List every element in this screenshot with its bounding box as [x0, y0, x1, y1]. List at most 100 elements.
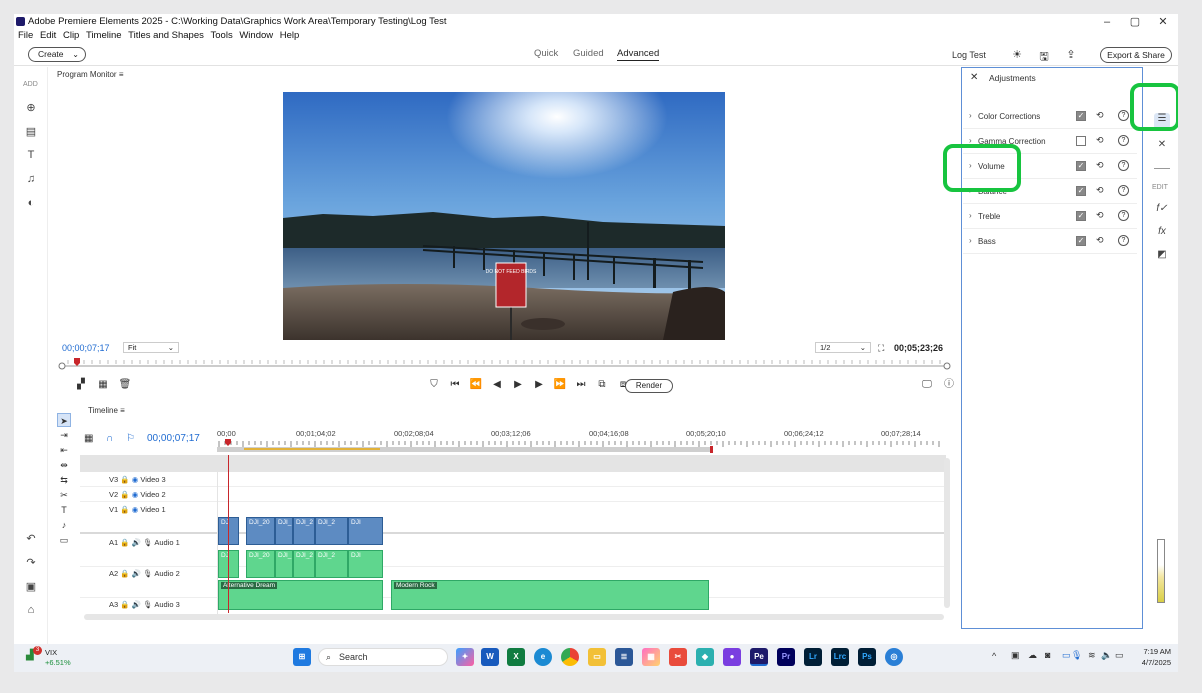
reset-icon[interactable]: ⟲: [1096, 235, 1104, 246]
mic-icon[interactable]: 🎙: [143, 538, 153, 547]
create-button[interactable]: Create ⌄: [28, 47, 86, 62]
chrome-icon[interactable]: [561, 648, 579, 666]
clock-date[interactable]: 4/7/2025: [1135, 658, 1171, 667]
help-icon[interactable]: ?: [1118, 235, 1129, 246]
help-icon[interactable]: ⓘ: [942, 378, 956, 392]
playhead-line[interactable]: [228, 455, 229, 613]
monitor-icon[interactable]: ▭: [1062, 650, 1071, 661]
enable-checkbox[interactable]: ✓: [1076, 161, 1086, 171]
split-clip-icon[interactable]: ⧉: [595, 378, 609, 392]
track-name[interactable]: Audio 1: [154, 538, 179, 547]
audio-clip[interactable]: DJI: [348, 550, 383, 578]
clip-icon[interactable]: ▞: [74, 378, 88, 392]
mic-icon[interactable]: 🎙: [1071, 650, 1082, 661]
linked-selection-icon[interactable]: ⚐: [126, 433, 135, 444]
step-forward-icon[interactable]: ▶: [532, 378, 546, 392]
battery-icon[interactable]: ▭: [1115, 650, 1124, 661]
resolution-select[interactable]: 1/2 ⌄: [815, 342, 871, 353]
adj-row-bass[interactable]: › Bass ✓ ⟲ ?: [963, 229, 1137, 254]
lightroom-icon[interactable]: Lr: [804, 648, 822, 666]
help-icon[interactable]: ?: [1118, 185, 1129, 196]
ripple-edit-icon[interactable]: ⇤: [57, 443, 71, 457]
audio-clip[interactable]: DJI_: [275, 550, 293, 578]
speaker-icon[interactable]: 🔊: [132, 569, 141, 578]
mark-icon[interactable]: ▦: [96, 378, 110, 392]
eye-icon[interactable]: ◉: [132, 490, 139, 499]
menu-window[interactable]: Window: [239, 30, 273, 41]
eye-icon[interactable]: ◉: [132, 505, 139, 514]
help-icon[interactable]: ?: [1118, 160, 1129, 171]
tab-guided[interactable]: Guided: [573, 48, 604, 59]
selection-tool-icon[interactable]: ➤: [57, 413, 71, 427]
track-select-icon[interactable]: ⇥: [57, 428, 71, 442]
zoom-fit-select[interactable]: Fit ⌄: [123, 342, 179, 353]
enable-checkbox[interactable]: ✓: [1076, 186, 1086, 196]
word-icon[interactable]: W: [481, 648, 499, 666]
premiere-elements-icon[interactable]: Pe: [750, 648, 768, 666]
video-clip[interactable]: DJI_2: [315, 517, 348, 545]
close-icon[interactable]: ✕: [1154, 139, 1170, 155]
brightness-icon[interactable]: ☀: [1010, 48, 1024, 62]
timeline-timecode[interactable]: 00;00;07;17: [147, 433, 200, 444]
lock-icon[interactable]: 🔒: [120, 600, 129, 609]
close-icon[interactable]: ✕: [970, 72, 978, 83]
photoshop-icon[interactable]: Ps: [858, 648, 876, 666]
audio-clip[interactable]: Modern Rock: [391, 580, 709, 610]
reset-icon[interactable]: ⟲: [1096, 160, 1104, 171]
reset-icon[interactable]: ⟲: [1096, 135, 1104, 146]
effects-icon[interactable]: fx: [1154, 226, 1170, 242]
go-to-end-icon[interactable]: ⏭: [574, 378, 588, 392]
track-name[interactable]: Audio 2: [154, 569, 179, 578]
trash-icon[interactable]: 🗑: [118, 378, 132, 392]
lock-icon[interactable]: 🔒: [120, 505, 129, 514]
enable-checkbox[interactable]: [1076, 136, 1086, 146]
menu-help[interactable]: Help: [280, 30, 300, 41]
mic-icon[interactable]: 🎙: [143, 600, 153, 609]
track-name[interactable]: Video 1: [140, 505, 165, 514]
share-icon[interactable]: ⇪: [1064, 48, 1078, 62]
render-button[interactable]: Render: [625, 379, 673, 393]
music-icon[interactable]: ♫: [23, 173, 39, 189]
video-clip[interactable]: DJI_: [275, 517, 293, 545]
tab-quick[interactable]: Quick: [534, 48, 558, 59]
timeline-ruler[interactable]: 00;00 00;01;04;02 00;02;08;04 00;03;12;0…: [217, 427, 947, 455]
snap-icon[interactable]: ∩: [106, 433, 113, 444]
video-clip[interactable]: DJI: [348, 517, 383, 545]
reset-icon[interactable]: ⟲: [1096, 185, 1104, 196]
export-share-button[interactable]: Export & Share: [1100, 47, 1172, 63]
snipping-tool-icon[interactable]: ✂: [669, 648, 687, 666]
wifi-icon[interactable]: ≋: [1088, 650, 1096, 661]
audio-clip[interactable]: DJI_2: [315, 550, 348, 578]
adj-row-treble[interactable]: › Treble ✓ ⟲ ?: [963, 204, 1137, 229]
menu-tools[interactable]: Tools: [211, 30, 233, 41]
windows-start-icon[interactable]: ⊞: [293, 648, 311, 666]
menu-edit[interactable]: Edit: [40, 30, 56, 41]
premiere-pro-icon[interactable]: Pr: [777, 648, 795, 666]
speaker-icon[interactable]: 🔊: [132, 538, 141, 547]
text-tool-icon[interactable]: T: [57, 503, 71, 517]
eye-icon[interactable]: ◉: [132, 475, 139, 484]
taskbar-search[interactable]: ⌕ Search: [318, 648, 448, 666]
audio-clip[interactable]: DJI_2: [293, 550, 315, 578]
tray-icon[interactable]: ▣: [1011, 650, 1020, 661]
menu-timeline[interactable]: Timeline: [86, 30, 122, 41]
track-name[interactable]: Video 2: [140, 490, 165, 499]
monitor-settings-icon[interactable]: 🖵: [920, 378, 934, 392]
go-to-start-icon[interactable]: ⏮: [448, 378, 462, 392]
edge-icon[interactable]: e: [534, 648, 552, 666]
rewind-icon[interactable]: ⏪: [469, 378, 483, 392]
tray-icon[interactable]: ◙: [1045, 650, 1050, 660]
track-name[interactable]: Audio 3: [154, 600, 179, 609]
play-icon[interactable]: ▶: [511, 378, 525, 392]
audio-tool-icon[interactable]: ♪: [57, 518, 71, 532]
help-icon[interactable]: ?: [1118, 210, 1129, 221]
volume-icon[interactable]: 🔈: [1101, 650, 1112, 661]
step-back-icon[interactable]: ◀: [490, 378, 504, 392]
enable-checkbox[interactable]: ✓: [1076, 236, 1086, 246]
notepad-icon[interactable]: ≣: [615, 648, 633, 666]
audio-clip[interactable]: Alternative Dream: [218, 580, 383, 610]
app-icon[interactable]: ●: [723, 648, 741, 666]
track-options-icon[interactable]: ▦: [84, 433, 93, 444]
photos-icon[interactable]: ▦: [642, 648, 660, 666]
save-icon[interactable]: 🖫: [1037, 48, 1051, 63]
